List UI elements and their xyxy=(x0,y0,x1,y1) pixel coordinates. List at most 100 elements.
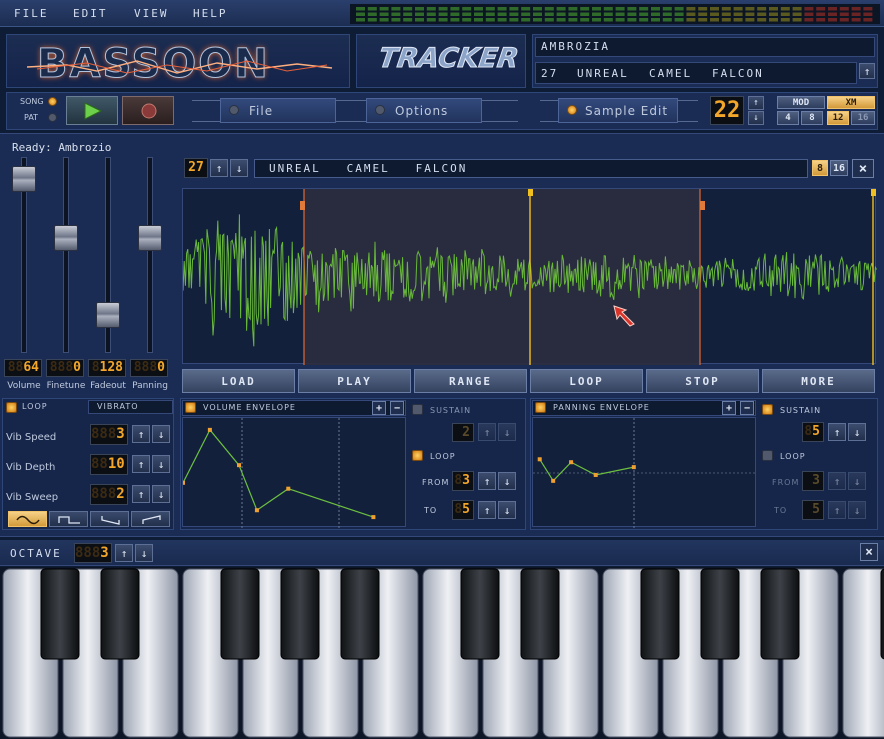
volume-envelope-graph[interactable] xyxy=(182,417,406,527)
panning-from-label: FROM xyxy=(772,478,799,487)
wave-ramp-up-button[interactable] xyxy=(131,511,170,527)
channels-12[interactable]: 12 xyxy=(827,111,849,125)
ramp-up-icon xyxy=(132,512,171,528)
sample-bar-number: 27 xyxy=(184,158,208,178)
vib-speed-down[interactable]: ↓ xyxy=(152,425,170,443)
vib-speed-value: 8883 xyxy=(90,424,128,445)
panning-sustain-up[interactable]: ↑ xyxy=(828,423,846,441)
slider-track[interactable] xyxy=(147,157,153,353)
octave-label: OCTAVE xyxy=(10,547,62,560)
octave-down[interactable]: ↓ xyxy=(135,544,153,562)
panning-sustain-checkbox[interactable] xyxy=(762,404,773,415)
vib-depth-value: 8810 xyxy=(90,454,128,475)
channels-8[interactable]: 8 xyxy=(801,111,823,125)
slider-fadeout[interactable] xyxy=(88,155,128,355)
volume-from-down[interactable]: ↓ xyxy=(498,472,516,490)
piano-keyboard xyxy=(0,567,884,739)
close-sample-button[interactable]: × xyxy=(852,159,874,178)
volume-env-add[interactable]: + xyxy=(372,401,386,415)
volume-env-led[interactable] xyxy=(185,402,196,413)
zoom-16-button[interactable]: 16 xyxy=(830,160,848,176)
panning-to-down[interactable]: ↓ xyxy=(848,501,866,519)
volume-env-remove[interactable]: − xyxy=(390,401,404,415)
slider-finetune[interactable] xyxy=(46,155,86,355)
wave-ramp-down-button[interactable] xyxy=(90,511,129,527)
panning-env-remove[interactable]: − xyxy=(740,401,754,415)
vib-speed-up[interactable]: ↑ xyxy=(132,425,150,443)
volume-to-down[interactable]: ↓ xyxy=(498,501,516,519)
waveform-load-button[interactable]: LOAD xyxy=(182,369,295,393)
slider-knob[interactable] xyxy=(12,166,36,192)
slider-knob[interactable] xyxy=(54,225,78,251)
close-keyboard-button[interactable]: × xyxy=(860,543,878,561)
scroll-up-arrow[interactable]: ↑ xyxy=(859,63,875,79)
logo-panel: BASSOON xyxy=(6,34,350,88)
menu-edit[interactable]: EDIT xyxy=(73,7,108,20)
waveform-loop-button[interactable]: LOOP xyxy=(530,369,643,393)
panning-to-up[interactable]: ↑ xyxy=(828,501,846,519)
sine-wave-icon xyxy=(9,512,48,528)
wave-sine-button[interactable] xyxy=(8,511,47,527)
volume-sustain-checkbox[interactable] xyxy=(412,404,423,415)
menu-file[interactable]: FILE xyxy=(14,7,49,20)
tab-sample-edit[interactable]: Sample Edit xyxy=(558,98,678,123)
play-button[interactable] xyxy=(66,96,118,125)
pat-mode-led[interactable] xyxy=(48,113,57,122)
slider-track[interactable] xyxy=(63,157,69,353)
slider-knob[interactable] xyxy=(138,225,162,251)
waveform-range-button[interactable]: RANGE xyxy=(414,369,527,393)
lightning-icon xyxy=(27,55,337,79)
vibrato-loop-led[interactable] xyxy=(6,402,17,413)
song-mode-led[interactable] xyxy=(48,97,57,106)
waveform-stop-button[interactable]: STOP xyxy=(646,369,759,393)
zoom-8-button[interactable]: 8 xyxy=(812,160,828,176)
panning-sustain-down[interactable]: ↓ xyxy=(848,423,866,441)
sample-name-3: FALCON xyxy=(712,67,764,80)
slider-knob[interactable] xyxy=(96,302,120,328)
sample-prev[interactable]: ↑ xyxy=(210,159,228,177)
volume-sustain-down[interactable]: ↓ xyxy=(498,423,516,441)
menu-help[interactable]: HELP xyxy=(193,7,228,20)
menu-view[interactable]: VIEW xyxy=(134,7,169,20)
panning-from-value: 3 xyxy=(802,471,824,491)
panning-env-add[interactable]: + xyxy=(722,401,736,415)
song-title[interactable]: AMBROZIA xyxy=(541,40,610,53)
channels-16[interactable]: 16 xyxy=(851,111,875,125)
volume-sustain-up[interactable]: ↑ xyxy=(478,423,496,441)
tab-file[interactable]: File xyxy=(220,98,336,123)
vib-sweep-value: 8882 xyxy=(90,484,128,505)
vib-depth-up[interactable]: ↑ xyxy=(132,455,150,473)
waveform-view[interactable] xyxy=(182,188,876,364)
panning-envelope-graph[interactable] xyxy=(532,417,756,527)
sample-name-1: UNREAL xyxy=(577,67,629,80)
format-mod[interactable]: MOD xyxy=(777,96,825,109)
vib-depth-down[interactable]: ↓ xyxy=(152,455,170,473)
slider-panning[interactable] xyxy=(130,155,170,355)
volume-loop-checkbox[interactable] xyxy=(412,450,423,461)
slider-volume[interactable] xyxy=(4,155,44,355)
channels-down[interactable]: ↓ xyxy=(748,111,764,125)
waveform-play-button[interactable]: PLAY xyxy=(298,369,411,393)
panning-loop-checkbox[interactable] xyxy=(762,450,773,461)
panning-from-down[interactable]: ↓ xyxy=(848,472,866,490)
slider-value: 8880 xyxy=(130,359,168,377)
format-xm[interactable]: XM xyxy=(827,96,875,109)
wave-square-button[interactable] xyxy=(49,511,88,527)
channels-4[interactable]: 4 xyxy=(777,111,799,125)
volume-from-up[interactable]: ↑ xyxy=(478,472,496,490)
file-tab-led xyxy=(229,105,239,115)
channels-up[interactable]: ↑ xyxy=(748,96,764,110)
panning-from-up[interactable]: ↑ xyxy=(828,472,846,490)
volume-to-value: 85 xyxy=(452,500,474,520)
record-button[interactable] xyxy=(122,96,174,125)
sample-name-field[interactable]: UNREAL CAMEL FALCON xyxy=(254,159,808,178)
slider-label: Finetune xyxy=(44,381,88,391)
sample-next[interactable]: ↓ xyxy=(230,159,248,177)
tab-options[interactable]: Options xyxy=(366,98,482,123)
waveform-more-button[interactable]: MORE xyxy=(762,369,875,393)
vib-sweep-up[interactable]: ↑ xyxy=(132,485,150,503)
volume-to-up[interactable]: ↑ xyxy=(478,501,496,519)
vib-sweep-down[interactable]: ↓ xyxy=(152,485,170,503)
panning-env-led[interactable] xyxy=(535,402,546,413)
octave-up[interactable]: ↑ xyxy=(115,544,133,562)
